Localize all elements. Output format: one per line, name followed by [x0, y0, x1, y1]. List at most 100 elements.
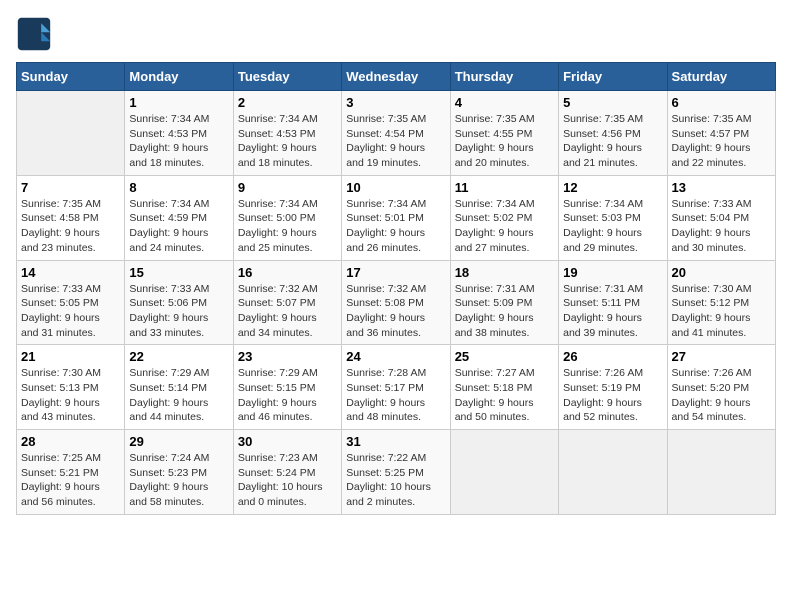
calendar-cell: 3 Sunrise: 7:35 AM Sunset: 4:54 PM Daylig… — [342, 91, 450, 176]
calendar-cell — [17, 91, 125, 176]
day-info: Sunrise: 7:34 AM Sunset: 5:00 PM Dayligh… — [238, 197, 337, 256]
calendar-cell: 7 Sunrise: 7:35 AM Sunset: 4:58 PM Daylig… — [17, 175, 125, 260]
day-number: 27 — [672, 349, 771, 364]
calendar-cell: 12Sunrise: 7:34 AM Sunset: 5:03 PM Dayli… — [559, 175, 667, 260]
day-info: Sunrise: 7:28 AM Sunset: 5:17 PM Dayligh… — [346, 366, 445, 425]
calendar-cell: 14 Sunrise: 7:33 AM Sunset: 5:05 PM Dayli… — [17, 260, 125, 345]
page-header — [16, 16, 776, 52]
calendar-cell: 1Sunrise: 7:34 AM Sunset: 4:53 PM Daylig… — [125, 91, 233, 176]
day-number: 14 — [21, 265, 120, 280]
day-info: Sunrise: 7:26 AM Sunset: 5:20 PM Dayligh… — [672, 366, 771, 425]
day-number: 15 — [129, 265, 228, 280]
day-number: 29 — [129, 434, 228, 449]
day-number: 9 — [238, 180, 337, 195]
day-info: Sunrise: 7:31 AM Sunset: 5:11 PM Dayligh… — [563, 282, 662, 341]
day-info: Sunrise: 7:34 AM Sunset: 5:01 PM Dayligh… — [346, 197, 445, 256]
calendar-cell: 6Sunrise: 7:35 AM Sunset: 4:57 PM Daylig… — [667, 91, 775, 176]
day-info: Sunrise: 7:29 AM Sunset: 5:14 PM Dayligh… — [129, 366, 228, 425]
calendar-cell: 8Sunrise: 7:34 AM Sunset: 4:59 PM Daylig… — [125, 175, 233, 260]
logo-icon — [16, 16, 52, 52]
calendar-week-5: 28 Sunrise: 7:25 AM Sunset: 5:21 PM Dayli… — [17, 430, 776, 515]
calendar-cell — [559, 430, 667, 515]
calendar-cell: 29Sunrise: 7:24 AM Sunset: 5:23 PM Dayli… — [125, 430, 233, 515]
day-number: 11 — [455, 180, 554, 195]
calendar-cell: 11Sunrise: 7:34 AM Sunset: 5:02 PM Dayli… — [450, 175, 558, 260]
calendar-week-2: 7 Sunrise: 7:35 AM Sunset: 4:58 PM Daylig… — [17, 175, 776, 260]
logo — [16, 16, 56, 52]
calendar-cell: 23 Sunrise: 7:29 AM Sunset: 5:15 PM Dayli… — [233, 345, 341, 430]
calendar-cell: 13 Sunrise: 7:33 AM Sunset: 5:04 PM Dayli… — [667, 175, 775, 260]
calendar-cell: 27 Sunrise: 7:26 AM Sunset: 5:20 PM Dayli… — [667, 345, 775, 430]
calendar-cell — [450, 430, 558, 515]
day-info: Sunrise: 7:32 AM Sunset: 5:07 PM Dayligh… — [238, 282, 337, 341]
day-number: 3 — [346, 95, 445, 110]
day-number: 5 — [563, 95, 662, 110]
day-info: Sunrise: 7:32 AM Sunset: 5:08 PM Dayligh… — [346, 282, 445, 341]
day-info: Sunrise: 7:35 AM Sunset: 4:54 PM Dayligh… — [346, 112, 445, 171]
calendar-cell: 17Sunrise: 7:32 AM Sunset: 5:08 PM Dayli… — [342, 260, 450, 345]
day-number: 18 — [455, 265, 554, 280]
column-header-wednesday: Wednesday — [342, 63, 450, 91]
day-info: Sunrise: 7:30 AM Sunset: 5:13 PM Dayligh… — [21, 366, 120, 425]
day-number: 25 — [455, 349, 554, 364]
calendar-cell: 25 Sunrise: 7:27 AM Sunset: 5:18 PM Dayli… — [450, 345, 558, 430]
day-info: Sunrise: 7:27 AM Sunset: 5:18 PM Dayligh… — [455, 366, 554, 425]
calendar-cell: 22 Sunrise: 7:29 AM Sunset: 5:14 PM Dayli… — [125, 345, 233, 430]
day-number: 23 — [238, 349, 337, 364]
day-number: 16 — [238, 265, 337, 280]
calendar-cell: 31 Sunrise: 7:22 AM Sunset: 5:25 PM Dayli… — [342, 430, 450, 515]
calendar-cell: 26 Sunrise: 7:26 AM Sunset: 5:19 PM Dayli… — [559, 345, 667, 430]
day-info: Sunrise: 7:33 AM Sunset: 5:05 PM Dayligh… — [21, 282, 120, 341]
column-header-thursday: Thursday — [450, 63, 558, 91]
calendar-week-3: 14 Sunrise: 7:33 AM Sunset: 5:05 PM Dayli… — [17, 260, 776, 345]
calendar-cell: 16 Sunrise: 7:32 AM Sunset: 5:07 PM Dayli… — [233, 260, 341, 345]
calendar-cell: 21 Sunrise: 7:30 AM Sunset: 5:13 PM Dayli… — [17, 345, 125, 430]
day-info: Sunrise: 7:35 AM Sunset: 4:55 PM Dayligh… — [455, 112, 554, 171]
calendar-cell: 20Sunrise: 7:30 AM Sunset: 5:12 PM Dayli… — [667, 260, 775, 345]
calendar-cell: 28 Sunrise: 7:25 AM Sunset: 5:21 PM Dayli… — [17, 430, 125, 515]
day-info: Sunrise: 7:26 AM Sunset: 5:19 PM Dayligh… — [563, 366, 662, 425]
column-header-friday: Friday — [559, 63, 667, 91]
day-number: 10 — [346, 180, 445, 195]
day-number: 31 — [346, 434, 445, 449]
day-number: 19 — [563, 265, 662, 280]
day-number: 13 — [672, 180, 771, 195]
calendar-table: SundayMondayTuesdayWednesdayThursdayFrid… — [16, 62, 776, 515]
day-info: Sunrise: 7:33 AM Sunset: 5:06 PM Dayligh… — [129, 282, 228, 341]
column-header-sunday: Sunday — [17, 63, 125, 91]
day-info: Sunrise: 7:25 AM Sunset: 5:21 PM Dayligh… — [21, 451, 120, 510]
day-number: 28 — [21, 434, 120, 449]
day-number: 7 — [21, 180, 120, 195]
day-number: 12 — [563, 180, 662, 195]
calendar-cell: 5Sunrise: 7:35 AM Sunset: 4:56 PM Daylig… — [559, 91, 667, 176]
calendar-cell: 30 Sunrise: 7:23 AM Sunset: 5:24 PM Dayli… — [233, 430, 341, 515]
calendar-cell: 10 Sunrise: 7:34 AM Sunset: 5:01 PM Dayli… — [342, 175, 450, 260]
day-number: 4 — [455, 95, 554, 110]
day-number: 21 — [21, 349, 120, 364]
day-number: 30 — [238, 434, 337, 449]
calendar-header: SundayMondayTuesdayWednesdayThursdayFrid… — [17, 63, 776, 91]
day-info: Sunrise: 7:23 AM Sunset: 5:24 PM Dayligh… — [238, 451, 337, 510]
day-info: Sunrise: 7:35 AM Sunset: 4:58 PM Dayligh… — [21, 197, 120, 256]
day-number: 1 — [129, 95, 228, 110]
day-info: Sunrise: 7:33 AM Sunset: 5:04 PM Dayligh… — [672, 197, 771, 256]
column-header-tuesday: Tuesday — [233, 63, 341, 91]
day-number: 26 — [563, 349, 662, 364]
calendar-cell: 9 Sunrise: 7:34 AM Sunset: 5:00 PM Daylig… — [233, 175, 341, 260]
day-number: 8 — [129, 180, 228, 195]
column-header-monday: Monday — [125, 63, 233, 91]
calendar-cell: 18 Sunrise: 7:31 AM Sunset: 5:09 PM Dayli… — [450, 260, 558, 345]
day-number: 24 — [346, 349, 445, 364]
day-number: 2 — [238, 95, 337, 110]
calendar-body: 1 Sunrise: 7:34 AM Sunset: 4:53 PM Daylig… — [17, 91, 776, 515]
day-info: Sunrise: 7:22 AM Sunset: 5:25 PM Dayligh… — [346, 451, 445, 510]
column-header-saturday: Saturday — [667, 63, 775, 91]
calendar-cell: 15 Sunrise: 7:33 AM Sunset: 5:06 PM Dayli… — [125, 260, 233, 345]
day-number: 22 — [129, 349, 228, 364]
day-info: Sunrise: 7:31 AM Sunset: 5:09 PM Dayligh… — [455, 282, 554, 341]
calendar-cell: 24 Sunrise: 7:28 AM Sunset: 5:17 PM Dayli… — [342, 345, 450, 430]
day-info: Sunrise: 7:30 AM Sunset: 5:12 PM Dayligh… — [672, 282, 771, 341]
day-info: Sunrise: 7:29 AM Sunset: 5:15 PM Dayligh… — [238, 366, 337, 425]
calendar-week-1: 1 Sunrise: 7:34 AM Sunset: 4:53 PM Daylig… — [17, 91, 776, 176]
day-info: Sunrise: 7:34 AM Sunset: 4:53 PM Dayligh… — [238, 112, 337, 171]
